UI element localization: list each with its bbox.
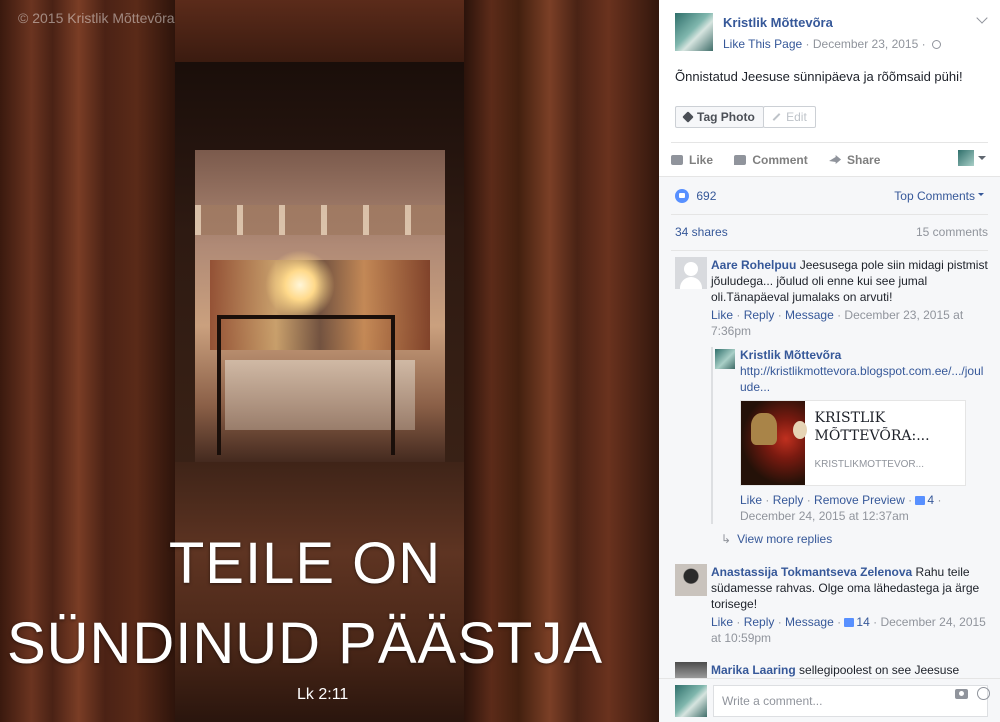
- reactions-row: 692 Top Comments: [671, 177, 988, 215]
- comment-message-link[interactable]: Message: [785, 308, 834, 322]
- remove-preview-link[interactable]: Remove Preview: [814, 493, 905, 507]
- door-lintel: [120, 0, 509, 62]
- emoji-icon[interactable]: [977, 687, 990, 700]
- comment-composer: Write a comment...: [659, 678, 1000, 722]
- commenter-avatar[interactable]: [675, 564, 707, 596]
- tag-photo-label: Tag Photo: [697, 110, 755, 124]
- share-action[interactable]: Share: [829, 153, 880, 167]
- page-name-link[interactable]: Kristlik Mõttevõra: [723, 15, 833, 30]
- feedback-section: 692 Top Comments 34 shares 15 comments A…: [659, 176, 1000, 722]
- link-preview-text: KRISTLIK MÕTTEVÕRA:... KRISTLIKMOTTEVOR.…: [805, 401, 965, 485]
- reply-item: Kristlik Mõttevõra http://kristlikmottev…: [711, 347, 988, 524]
- comment-message-link[interactable]: Message: [785, 615, 834, 629]
- link-preview-domain: KRISTLIKMOTTEVOR...: [814, 459, 924, 470]
- chapel-arches: [195, 205, 445, 235]
- reply-like-link[interactable]: Like: [740, 493, 762, 507]
- camera-icon[interactable]: [955, 689, 968, 699]
- reaction-count[interactable]: 692: [696, 189, 716, 203]
- composer-avatar: [675, 685, 707, 717]
- comment-meta: Like · Reply · Message · 14 · December 2…: [711, 615, 986, 645]
- post-date[interactable]: December 23, 2015: [813, 37, 918, 51]
- comment-meta: Like · Reply · Message · December 23, 20…: [711, 308, 964, 338]
- thumbs-up-icon: [915, 496, 926, 505]
- comment-icon: [734, 155, 747, 165]
- post-subline: Like This Page · December 23, 2015 ·: [723, 37, 941, 51]
- photo-watermark: © 2015 Kristlik Mõttevõra: [18, 10, 175, 26]
- comment-author[interactable]: Aare Rohelpuu: [711, 258, 796, 272]
- chapel-rail: [217, 315, 395, 455]
- post-header: Kristlik Mõttevõra Like This Page · Dece…: [659, 0, 1000, 64]
- comment-author[interactable]: Anastassija Tokmantseva Zelenova: [711, 565, 912, 579]
- reply-reply-link[interactable]: Reply: [773, 493, 804, 507]
- counts-row: 34 shares 15 comments: [671, 215, 988, 251]
- photo-headline-line2: SÜNDINUD PÄÄSTJA: [6, 611, 604, 676]
- comment-reply-link[interactable]: Reply: [744, 615, 775, 629]
- separator: ·: [921, 37, 929, 51]
- globe-icon[interactable]: [931, 40, 941, 49]
- page-avatar[interactable]: [675, 13, 713, 51]
- reply-avatar[interactable]: [715, 349, 735, 369]
- like-page-link[interactable]: Like This Page: [723, 37, 802, 51]
- commenter-avatar[interactable]: [675, 257, 707, 289]
- separator: ·: [805, 37, 813, 51]
- reply-body: Kristlik Mõttevõra http://kristlikmottev…: [740, 347, 988, 395]
- edit-button[interactable]: Edit: [763, 106, 816, 128]
- link-preview-title: KRISTLIK MÕTTEVÕRA:...: [814, 410, 930, 444]
- link-preview-image: [741, 401, 807, 485]
- post-panel: Kristlik Mõttevõra Like This Page · Dece…: [659, 0, 1000, 722]
- act-as-avatar-selector[interactable]: [958, 150, 986, 166]
- pencil-icon: [772, 113, 781, 121]
- comment-input[interactable]: Write a comment...: [713, 685, 988, 717]
- photo-headline-line1: TEILE ON: [168, 531, 442, 596]
- edit-label: Edit: [786, 110, 807, 124]
- thumbs-up-icon: [844, 618, 855, 627]
- comment-action[interactable]: Comment: [734, 153, 808, 167]
- like-action[interactable]: Like: [671, 153, 713, 167]
- comment-author[interactable]: Marika Laaring: [711, 663, 796, 677]
- comment-body: Anastassija Tokmantseva Zelenova Rahu te…: [711, 560, 988, 612]
- like-reaction-icon: [675, 189, 689, 203]
- lamp-glow: [265, 250, 335, 320]
- comment-item: Aare Rohelpuu Jeesusega pole siin midagi…: [671, 253, 988, 339]
- comment-reply-link[interactable]: Reply: [744, 308, 775, 322]
- tag-icon: [682, 111, 694, 123]
- reply-meta: Like · Reply · Remove Preview · 4 · Dece…: [740, 493, 942, 523]
- comment-like-count[interactable]: 14: [856, 615, 869, 629]
- shares-count[interactable]: 34 shares: [675, 225, 728, 239]
- comments-count[interactable]: 15 comments: [916, 225, 988, 239]
- share-icon: [829, 155, 842, 164]
- tag-photo-button[interactable]: Tag Photo: [675, 106, 764, 128]
- thumbs-up-icon: [671, 155, 683, 165]
- comment-like-link[interactable]: Like: [711, 308, 733, 322]
- post-photo[interactable]: © 2015 Kristlik Mõttevõra TEILE ON SÜNDI…: [0, 0, 659, 722]
- view-more-replies-link[interactable]: View more replies: [721, 532, 1000, 560]
- share-action-label: Share: [847, 153, 881, 167]
- comment-like-link[interactable]: Like: [711, 615, 733, 629]
- comment-item: Anastassija Tokmantseva Zelenova Rahu te…: [671, 560, 988, 646]
- reply-link[interactable]: http://kristlikmottevora.blogspot.com.ee…: [740, 363, 988, 395]
- photo-verse: Lk 2:11: [297, 686, 349, 703]
- reply-author[interactable]: Kristlik Mõttevõra: [740, 347, 988, 363]
- action-bar: Like Comment Share: [671, 142, 988, 180]
- chapel-interior: [195, 150, 445, 470]
- comment-action-label: Comment: [752, 153, 808, 167]
- like-action-label: Like: [689, 153, 714, 167]
- comment-body: Aare Rohelpuu Jeesusega pole siin midagi…: [711, 253, 988, 305]
- top-comments-dropdown[interactable]: Top Comments: [894, 189, 984, 203]
- post-text: Õnnistatud Jeesuse sünnipäeva ja rõõmsai…: [675, 69, 963, 84]
- link-preview-card[interactable]: KRISTLIK MÕTTEVÕRA:... KRISTLIKMOTTEVOR.…: [740, 400, 966, 486]
- photo-buttons: Tag Photo Edit: [659, 106, 1000, 142]
- reply-time[interactable]: December 24, 2015 at 12:37am: [740, 509, 909, 523]
- reply-like-count[interactable]: 4: [927, 493, 934, 507]
- chevron-down-icon[interactable]: [976, 12, 988, 24]
